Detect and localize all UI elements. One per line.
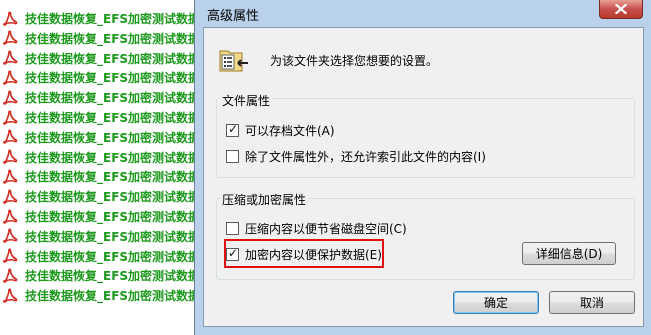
compress-checkbox[interactable] — [226, 222, 239, 235]
compress-checkbox-row[interactable]: 压缩内容以便节省磁盘空间(C) — [226, 220, 407, 237]
file-list-item[interactable]: 技佳数据恢复_EFS加密测试数据 — [0, 87, 205, 108]
pdf-file-icon — [3, 189, 18, 204]
file-name: 技佳数据恢复_EFS加密测试数据 — [25, 289, 201, 304]
file-list-item[interactable]: 技佳数据恢复_EFS加密测试数据 — [0, 186, 205, 207]
archive-checkbox[interactable]: ✓ — [226, 122, 239, 137]
file-list-item[interactable]: 技佳数据恢复_EFS加密测试数据 — [0, 206, 205, 227]
pdf-file-icon — [3, 70, 18, 85]
pdf-file-icon — [3, 129, 18, 145]
folder-settings-icon — [218, 45, 250, 73]
file-name: 技佳数据恢复_EFS加密测试数据 — [25, 31, 201, 46]
pdf-file-icon — [3, 149, 18, 164]
title-bar[interactable]: 高级属性 — [195, 0, 651, 26]
file-list-item[interactable]: 技佳数据恢复_EFS加密测试数据 — [0, 28, 205, 49]
file-list-item[interactable]: 技佳数据恢复_EFS加密测试数据 — [0, 8, 205, 29]
file-name: 技佳数据恢复_EFS加密测试数据 — [25, 150, 201, 165]
file-list-item[interactable]: 技佳数据恢复_EFS加密测试数据 — [0, 67, 205, 88]
close-icon — [615, 4, 627, 14]
file-name: 技佳数据恢复_EFS加密测试数据 — [25, 269, 201, 284]
archive-checkbox-row[interactable]: ✓ 可以存档文件(A) — [226, 122, 335, 139]
compress-encrypt-title: 压缩或加密属性 — [220, 191, 309, 208]
file-list-item[interactable]: 技佳数据恢复_EFS加密测试数据 — [0, 127, 205, 148]
index-checkbox[interactable] — [226, 150, 239, 163]
dialog-title: 高级属性 — [207, 9, 260, 24]
encrypt-checkbox-row[interactable]: ✓ 加密内容以便保护数据(E) — [226, 246, 382, 263]
file-list-item[interactable]: 技佳数据恢复_EFS加密测试数据 — [0, 107, 205, 128]
pdf-file-icon — [3, 50, 18, 65]
encrypt-label: 加密内容以便保护数据(E) — [245, 248, 382, 262]
file-name: 技佳数据恢复_EFS加密测试数据 — [25, 91, 201, 106]
file-name: 技佳数据恢复_EFS加密测试数据 — [25, 210, 201, 224]
cancel-button[interactable]: 取消 — [549, 291, 635, 314]
pdf-file-icon — [3, 30, 18, 46]
file-name: 技佳数据恢复_EFS加密测试数据 — [25, 51, 201, 66]
file-name: 技佳数据恢复_EFS加密测试数据 — [25, 190, 201, 205]
file-list-item[interactable]: 技佳数据恢复_EFS加密测试数据 — [0, 226, 205, 247]
file-list-item[interactable]: 技佳数据恢复_EFS加密测试数据 — [0, 265, 205, 286]
dialog-body: 为该文件夹选择您想要的设置。 文件属性 ✓ 可以存档文件(A) 除了文件属性外，… — [203, 27, 644, 327]
pdf-file-icon — [3, 90, 18, 105]
file-list: 技佳数据恢复_EFS加密测试数据 技佳数据恢复_EFS加密测试数据 技佳数据恢复_E… — [0, 0, 205, 335]
check-icon: ✓ — [228, 246, 239, 260]
compress-label: 压缩内容以便节省磁盘空间(C) — [245, 222, 407, 236]
file-name: 技佳数据恢复_EFS加密测试数据 — [25, 12, 201, 26]
index-checkbox-row[interactable]: 除了文件属性外，还允许索引此文件的内容(I) — [226, 148, 486, 165]
details-button[interactable]: 详细信息(D) — [522, 242, 616, 265]
file-list-item[interactable]: 技佳数据恢复_EFS加密测试数据 — [0, 166, 205, 187]
ok-button[interactable]: 确定 — [453, 291, 539, 314]
encrypt-checkbox[interactable]: ✓ — [226, 246, 239, 261]
file-attributes-title: 文件属性 — [220, 92, 273, 109]
pdf-file-icon — [3, 228, 18, 244]
file-name: 技佳数据恢复_EFS加密测试数据 — [25, 170, 201, 185]
pdf-file-icon — [3, 268, 18, 283]
file-name: 技佳数据恢复_EFS加密测试数据 — [25, 111, 201, 125]
index-label: 除了文件属性外，还允许索引此文件的内容(I) — [245, 150, 486, 164]
file-list-item[interactable]: 技佳数据恢复_EFS加密测试数据 — [0, 147, 205, 168]
pdf-file-icon — [3, 169, 18, 184]
pdf-file-icon — [3, 209, 18, 224]
pdf-file-icon — [3, 110, 18, 125]
file-name: 技佳数据恢复_EFS加密测试数据 — [25, 130, 201, 145]
archive-label: 可以存档文件(A) — [245, 124, 335, 138]
file-list-item[interactable]: 技佳数据恢复_EFS加密测试数据 — [0, 246, 205, 267]
check-icon: ✓ — [228, 122, 239, 136]
file-list-item[interactable]: 技佳数据恢复_EFS加密测试数据 — [0, 48, 205, 69]
pdf-file-icon — [3, 248, 18, 263]
file-list-item[interactable]: 技佳数据恢复_EFS加密测试数据 — [0, 285, 205, 306]
dialog-instruction: 为该文件夹选择您想要的设置。 — [270, 54, 439, 68]
file-name: 技佳数据恢复_EFS加密测试数据 — [25, 249, 201, 264]
file-name: 技佳数据恢复_EFS加密测试数据 — [25, 229, 201, 244]
pdf-file-icon — [3, 11, 18, 26]
file-name: 技佳数据恢复_EFS加密测试数据 — [25, 71, 201, 86]
advanced-attributes-dialog: 高级属性 为该文件夹选择您想要的设置。 文件属性 ✓ 可以存档文件(A) 除了文… — [194, 0, 651, 335]
pdf-file-icon — [3, 288, 18, 303]
close-button[interactable] — [599, 0, 643, 19]
